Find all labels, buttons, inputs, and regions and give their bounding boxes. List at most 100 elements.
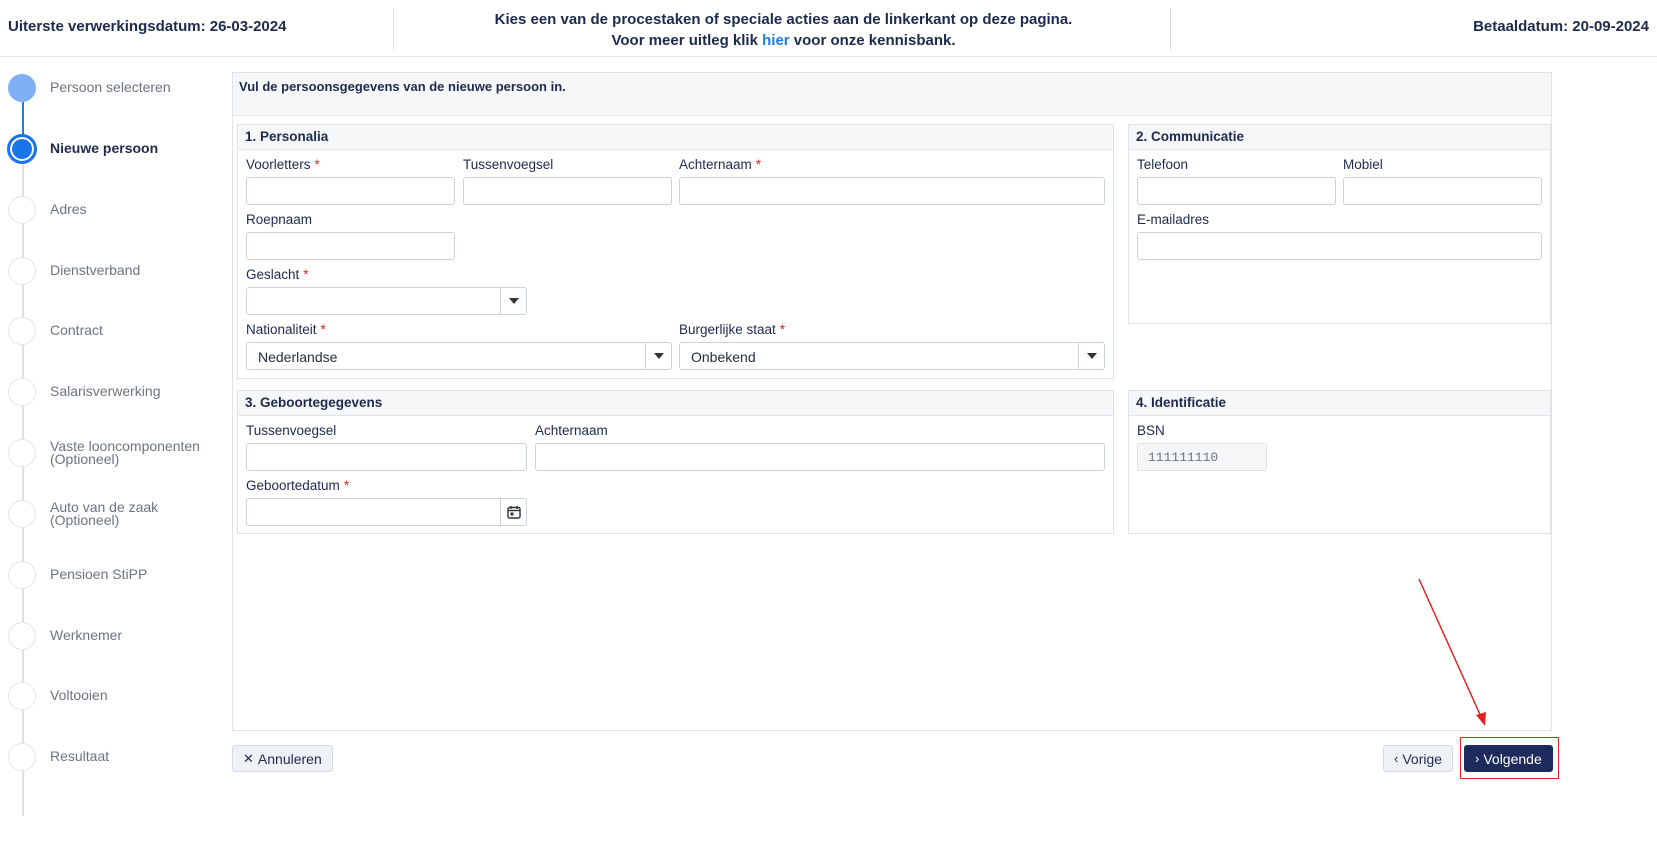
calendar-icon — [506, 506, 521, 519]
mobiel-input[interactable] — [1343, 177, 1542, 205]
annotation-arrow-icon — [1418, 578, 1486, 726]
roepnaam-label: Roepnaam — [246, 212, 313, 227]
mobiel-label: Mobiel — [1343, 157, 1383, 172]
required-mark: * — [320, 322, 326, 337]
knowledgebase-link[interactable]: hier — [762, 32, 790, 49]
caret-down-icon — [653, 353, 664, 359]
previous-label: Vorige — [1402, 750, 1443, 767]
panel-title: 1. Personalia — [238, 125, 1113, 150]
geboortedatum-label: Geboortedatum * — [246, 478, 349, 493]
step-label: Auto van de zaak (Optioneel) — [50, 499, 159, 528]
bsn-label: BSN — [1137, 423, 1165, 438]
step-circle — [8, 196, 36, 224]
step-label: Resultaat — [50, 748, 110, 764]
date-picker-button[interactable] — [500, 499, 526, 525]
panel-title: 3. Geboortegegevens — [238, 391, 1113, 416]
required-mark: * — [779, 322, 786, 337]
step-circle — [8, 682, 36, 710]
panel-title: 2. Communicatie — [1129, 125, 1550, 150]
geboorte-tussenvoegsel-input[interactable] — [246, 443, 527, 471]
telefoon-input[interactable] — [1137, 177, 1336, 205]
required-mark: * — [755, 157, 762, 172]
close-icon: ✕ — [243, 750, 254, 766]
instruction-pre: Voor meer uitleg klik — [611, 32, 763, 49]
step-circle — [8, 257, 36, 285]
nationaliteit-select[interactable]: Nederlandse — [246, 342, 672, 370]
label-text: Achternaam — [679, 157, 752, 172]
burgerlijke-staat-value: Onbekend — [691, 349, 756, 365]
step-label: Voltooien — [50, 687, 108, 703]
previous-button[interactable]: ‹ Vorige — [1383, 745, 1454, 772]
step-circle — [8, 500, 36, 528]
caret-down-icon — [1086, 353, 1097, 359]
step-label: Pensioen StiPP — [50, 566, 148, 582]
deadline-date: Uiterste verwerkingsdatum: 26-03-2024 — [8, 18, 287, 35]
burgerlijke-staat-label: Burgerlijke staat * — [679, 322, 785, 337]
geslacht-label: Geslacht * — [246, 267, 309, 282]
caret-down-icon — [508, 298, 519, 304]
label-text: Geslacht — [246, 267, 300, 282]
step-label: Contract — [50, 322, 103, 338]
intro-text: Vul de persoonsgegevens van de nieuwe pe… — [239, 79, 566, 94]
telefoon-label: Telefoon — [1137, 157, 1189, 172]
dropdown-toggle[interactable] — [645, 343, 671, 369]
bsn-input — [1137, 443, 1267, 471]
cancel-label: Annuleren — [257, 750, 322, 767]
step-label: Werknemer — [50, 627, 123, 643]
step-label: Adres — [50, 201, 87, 217]
highlight-box — [1460, 737, 1559, 779]
label-text: Geboortedatum — [246, 478, 340, 493]
instruction-line-1: Kies een van de procestaken of speciale … — [494, 11, 1073, 28]
dropdown-toggle[interactable] — [500, 288, 526, 314]
instruction-line-2: Voor meer uitleg klik hier voor onze ken… — [395, 30, 1172, 51]
geslacht-select[interactable] — [246, 287, 527, 315]
tussenvoegsel-input[interactable] — [463, 177, 672, 205]
communicatie-panel: 2. Communicatie Telefoon Mobiel E-mailad… — [1128, 124, 1551, 324]
header-divider — [393, 8, 394, 50]
required-mark: * — [314, 157, 320, 172]
chevron-left-icon: ‹ — [1394, 751, 1399, 766]
geboortegegevens-panel: 3. Geboortegegevens Tussenvoegsel Achter… — [237, 390, 1114, 534]
step-circle — [7, 134, 37, 164]
stepper-line — [22, 148, 24, 816]
step-circle — [8, 317, 36, 345]
header-divider — [1170, 8, 1171, 50]
step-label: Persoon selecteren — [50, 79, 171, 95]
voorletters-label: Voorletters * — [246, 157, 320, 172]
pay-date: Betaaldatum: 20-09-2024 — [1473, 18, 1649, 35]
nationaliteit-value: Nederlandse — [258, 349, 338, 365]
roepnaam-input[interactable] — [246, 232, 455, 260]
email-input[interactable] — [1137, 232, 1542, 260]
header-instruction: Kies een van de procestaken of speciale … — [395, 9, 1172, 51]
voorletters-input[interactable] — [246, 177, 455, 205]
step-circle — [8, 74, 36, 102]
label-text: Voorletters — [246, 157, 311, 172]
dropdown-toggle[interactable] — [1078, 343, 1104, 369]
step-label: Vaste looncomponenten (Optioneel) — [50, 438, 200, 467]
personalia-panel: 1. Personalia Voorletters * Tussenvoegsel… — [237, 124, 1114, 379]
form-container: Vul de persoonsgegevens van de nieuwe pe… — [232, 72, 1552, 731]
step-circle — [8, 439, 36, 467]
identificatie-panel: 4. Identificatie BSN — [1128, 390, 1551, 534]
step-circle — [8, 622, 36, 650]
geboortedatum-input[interactable] — [246, 498, 527, 526]
step-label: Dienstverband — [50, 262, 141, 278]
process-stepper: Persoon selecteren Nieuwe persoon Adres … — [0, 60, 225, 850]
burgerlijke-staat-select[interactable]: Onbekend — [679, 342, 1105, 370]
required-mark: * — [343, 478, 350, 493]
geboorte-achternaam-label: Achternaam — [535, 423, 608, 438]
geboorte-achternaam-input[interactable] — [535, 443, 1105, 471]
achternaam-input[interactable] — [679, 177, 1105, 205]
intro-bar: Vul de persoonsgegevens van de nieuwe pe… — [233, 73, 1551, 116]
step-circle — [8, 743, 36, 771]
achternaam-label: Achternaam * — [679, 157, 761, 172]
instruction-post: voor onze kennisbank. — [789, 32, 956, 49]
label-text: Nationaliteit — [246, 322, 317, 337]
nationaliteit-label: Nationaliteit * — [246, 322, 326, 337]
step-label: Salarisverwerking — [50, 383, 161, 399]
panel-title: 4. Identificatie — [1129, 391, 1550, 416]
step-circle — [8, 378, 36, 406]
cancel-button[interactable]: ✕ Annuleren — [232, 745, 333, 772]
tussenvoegsel-label: Tussenvoegsel — [463, 157, 554, 172]
required-mark: * — [303, 267, 309, 282]
